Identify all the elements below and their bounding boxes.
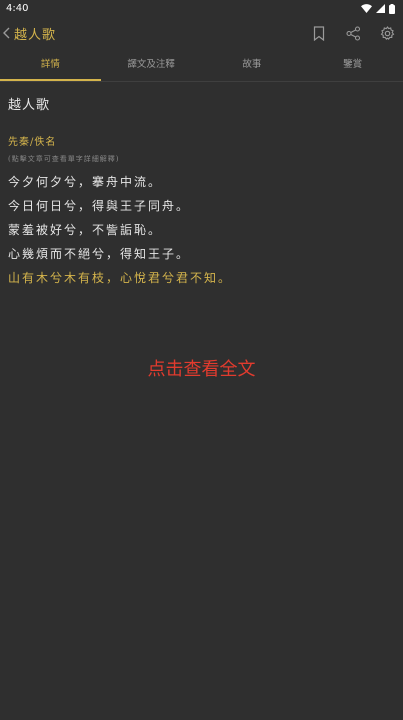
- poem-hint: (點擊文章可查看單字詳細解釋): [8, 155, 120, 163]
- poem-line[interactable]: 今日何日兮，得與王子同舟。: [8, 194, 395, 218]
- poem-content: 越人歌 先秦/佚名 (點擊文章可查看單字詳細解釋) 今夕何夕兮，搴舟中流。 今日…: [0, 82, 403, 290]
- tab-appreciation[interactable]: 鑒賞: [302, 49, 403, 81]
- poem-line[interactable]: 今夕何夕兮，搴舟中流。: [8, 170, 395, 194]
- app-actions: [309, 23, 397, 43]
- poem-line[interactable]: 心幾煩而不絕兮，得知王子。: [8, 242, 395, 266]
- app-title: 越人歌: [14, 27, 57, 43]
- back-button[interactable]: 越人歌: [2, 24, 56, 43]
- poem-line[interactable]: 蒙羞被好兮，不訾詬恥。: [8, 218, 395, 242]
- read-full-text-button[interactable]: 点击查看全文: [0, 355, 403, 381]
- poem-title: 越人歌: [8, 98, 51, 113]
- app-bar: 越人歌: [0, 17, 403, 49]
- gear-icon[interactable]: [377, 23, 397, 43]
- status-time: 4:40: [6, 3, 29, 14]
- signal-icon: [376, 4, 385, 13]
- share-icon[interactable]: [343, 23, 363, 43]
- bookmark-icon[interactable]: [309, 23, 329, 43]
- battery-icon: [389, 3, 395, 14]
- tab-details[interactable]: 詳情: [0, 49, 101, 81]
- status-bar: 4:40: [0, 0, 403, 17]
- poem-line-highlighted[interactable]: 山有木兮木有枝，心悅君兮君不知。: [8, 266, 395, 290]
- chevron-left-icon: [2, 26, 12, 40]
- tab-translation-notes[interactable]: 譯文及注釋: [101, 49, 202, 81]
- wifi-icon: [361, 4, 372, 13]
- tab-story[interactable]: 故事: [202, 49, 303, 81]
- status-icons: [361, 3, 395, 14]
- poem-author[interactable]: 先秦/佚名: [8, 133, 395, 148]
- tab-bar: 詳情 譯文及注釋 故事 鑒賞: [0, 49, 403, 82]
